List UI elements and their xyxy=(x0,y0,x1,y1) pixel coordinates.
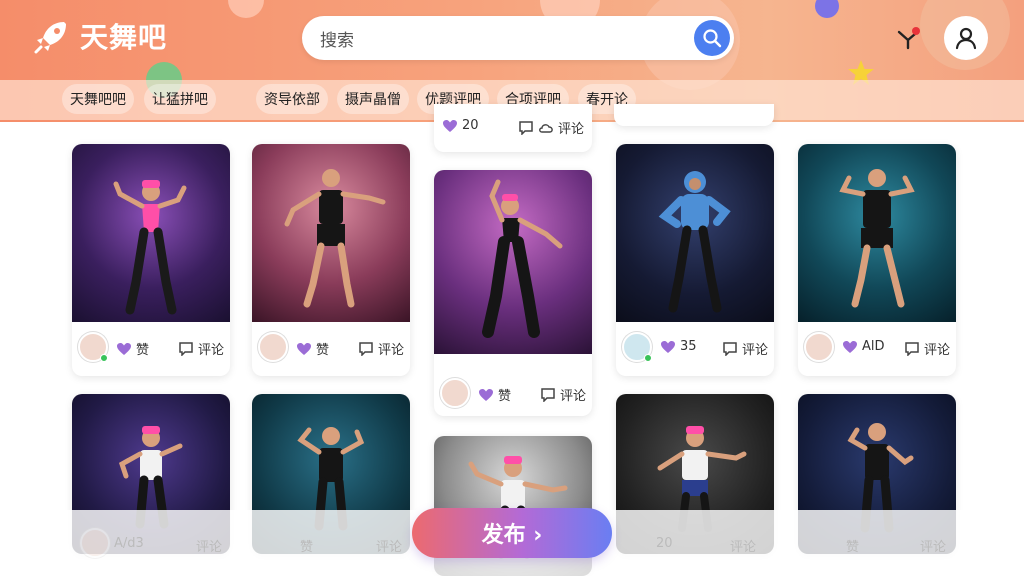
post-meta: 35 评论 xyxy=(616,322,774,370)
comment-label: 评论 xyxy=(559,389,586,404)
cloud-icon xyxy=(539,123,553,133)
comment-label: 评论 xyxy=(197,343,224,358)
post-meta: 赞 评论 xyxy=(72,322,230,370)
comment-icon xyxy=(905,341,919,356)
ghost-like-label: 赞 xyxy=(846,540,860,555)
ghost-comment-label: 评论 xyxy=(376,540,403,555)
post-thumbnail[interactable] xyxy=(434,170,592,354)
online-dot xyxy=(100,354,108,362)
like-button[interactable]: 赞 xyxy=(116,339,149,358)
post-card[interactable]: 赞 评论 xyxy=(434,170,592,416)
heart-icon xyxy=(661,340,675,353)
dancer-image xyxy=(113,180,187,315)
ghost-like-count: A/d3 xyxy=(114,536,144,551)
tab-1[interactable]: 让猛拼吧 xyxy=(144,84,216,114)
comment-button[interactable]: 评论 xyxy=(178,339,224,358)
post-meta: 赞 评论 xyxy=(434,368,592,416)
comment-icon xyxy=(723,341,737,356)
like-count: 赞 xyxy=(498,389,512,404)
like-count: 赞 xyxy=(136,343,150,358)
search-input[interactable]: 搜索 xyxy=(320,26,354,51)
heart-icon xyxy=(443,119,457,132)
app-name: 天舞吧 xyxy=(80,21,168,54)
publish-label: 发布 › xyxy=(481,523,543,548)
avatar xyxy=(80,528,110,558)
like-button[interactable]: AlD xyxy=(842,339,885,354)
heart-icon xyxy=(843,340,857,353)
online-dot xyxy=(644,354,652,362)
comment-button[interactable]: 评论 xyxy=(358,339,404,358)
post-card[interactable]: 赞 评论 xyxy=(252,144,410,376)
search-bar[interactable]: 搜索 xyxy=(302,16,734,60)
post-meta: AlD 评论 xyxy=(798,322,956,370)
search-button[interactable] xyxy=(694,20,730,56)
decor-bubble xyxy=(228,0,264,18)
comment-label: 评论 xyxy=(377,343,404,358)
comment-button[interactable]: 评论 xyxy=(518,118,584,137)
post-meta: 赞 评论 xyxy=(252,322,410,370)
like-button[interactable]: 赞 xyxy=(478,385,511,404)
like-count: 35 xyxy=(680,339,697,354)
comment-button[interactable]: 评论 xyxy=(722,339,768,358)
post-card-partial[interactable]: 20 评论 xyxy=(434,104,592,152)
post-thumbnail[interactable] xyxy=(798,144,956,322)
post-card[interactable]: AlD 评论 xyxy=(798,144,956,376)
ghost-comment-label: 评论 xyxy=(196,540,223,555)
like-button[interactable]: 35 xyxy=(660,339,697,354)
dancer-image xyxy=(839,169,915,308)
avatar[interactable] xyxy=(258,332,288,362)
ghost-like-label: 赞 xyxy=(300,540,314,555)
comment-button[interactable]: 评论 xyxy=(540,385,586,404)
post-thumbnail[interactable] xyxy=(252,144,410,322)
app-screen: 天舞吧 搜索 天舞吧吧 让猛拼吧 资导依部 摄声晶僧 优题评吧 合项评吧 春开论… xyxy=(0,0,1024,576)
app-logo[interactable]: 天舞吧 xyxy=(32,16,167,56)
like-count: 赞 xyxy=(316,343,330,358)
search-icon xyxy=(703,29,722,48)
comment-icon xyxy=(179,341,193,356)
dancer-image xyxy=(658,171,731,313)
like-button[interactable]: 赞 xyxy=(296,339,329,358)
post-card[interactable]: 35 评论 xyxy=(616,144,774,376)
profile-button[interactable] xyxy=(944,16,988,60)
rocket-icon xyxy=(34,22,66,54)
ghost-like-count: 20 xyxy=(656,536,673,551)
heart-icon xyxy=(479,388,493,401)
post-card[interactable]: 赞 评论 xyxy=(72,144,230,376)
like-count: 20 xyxy=(462,118,479,133)
heart-icon xyxy=(117,342,131,355)
comment-button[interactable]: 评论 xyxy=(904,339,950,358)
comment-label: 评论 xyxy=(923,343,950,358)
post-thumbnail[interactable] xyxy=(72,144,230,322)
publish-button[interactable]: 发布 › xyxy=(412,508,612,558)
user-icon xyxy=(955,27,977,50)
dancer-image xyxy=(284,169,386,308)
comment-label: 评论 xyxy=(741,343,768,358)
ghost-comment-label: 评论 xyxy=(730,540,757,555)
tab-3[interactable]: 摄声晶僧 xyxy=(337,84,409,114)
avatar[interactable] xyxy=(804,332,834,362)
comment-label: 评论 xyxy=(557,122,584,137)
decor-bubble xyxy=(815,0,839,18)
like-count: AlD xyxy=(862,339,885,354)
post-thumbnail[interactable] xyxy=(616,144,774,322)
comment-icon xyxy=(359,341,373,356)
comment-icon xyxy=(541,387,555,402)
comment-icon xyxy=(519,120,533,135)
tab-2[interactable]: 资导依部 xyxy=(256,84,328,114)
avatar[interactable] xyxy=(440,378,470,408)
notification-icon[interactable] xyxy=(896,26,922,52)
tab-0[interactable]: 天舞吧吧 xyxy=(62,84,134,114)
dancer-image xyxy=(482,179,563,338)
ghost-comment-label: 评论 xyxy=(920,540,947,555)
post-card-partial[interactable] xyxy=(614,104,774,126)
like-button[interactable]: 20 xyxy=(442,118,479,133)
heart-icon xyxy=(297,342,311,355)
